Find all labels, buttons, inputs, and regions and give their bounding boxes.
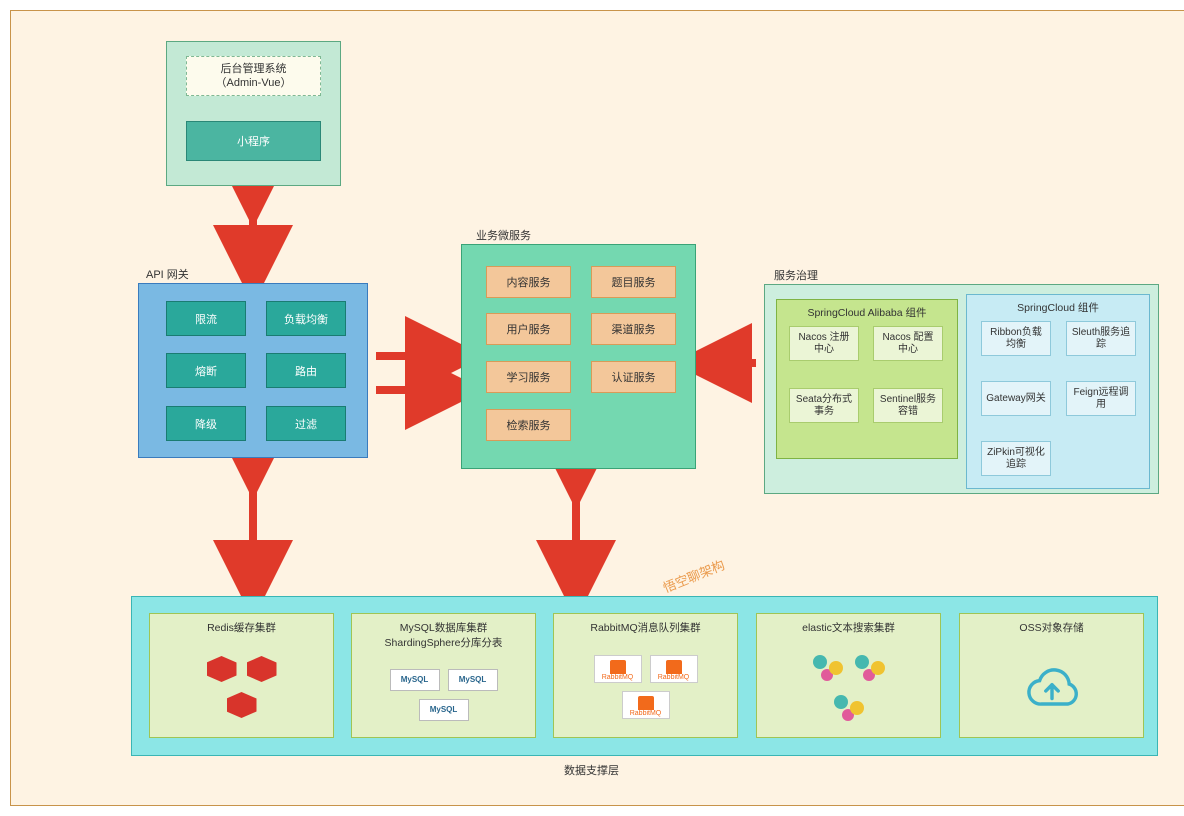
data-oss-label: OSS对象存储 [1019,620,1083,635]
alibaba-nacos-config: Nacos 配置中心 [873,326,943,361]
data-mysql-label: MySQL数据库集群 ShardingSphere分库分表 [385,620,503,650]
api-cell-filter: 过滤 [266,406,346,441]
mysql-icon: MySQLMySQLMySQL [379,669,509,721]
miniprogram-box: 小程序 [186,121,321,161]
data-rabbitmq: RabbitMQ消息队列集群 RabbitMQRabbitMQRabbitMQ [553,613,738,738]
ms-user: 用户服务 [486,313,571,345]
redis-icon [192,656,292,718]
microservices-label: 业务微服务 [476,227,531,243]
spring-feign: Feign远程调用 [1066,381,1136,416]
ms-study: 学习服务 [486,361,571,393]
ms-topic: 题目服务 [591,266,676,298]
data-redis-label: Redis缓存集群 [207,620,276,635]
data-rabbitmq-label: RabbitMQ消息队列集群 [590,620,700,635]
ms-auth: 认证服务 [591,361,676,393]
watermark-text: 悟空聊架构 [660,555,727,597]
spring-gateway: Gateway网关 [981,381,1051,416]
architecture-diagram: 后台管理系统 （Admin-Vue） 小程序 API 网关 限流 负载均衡 熔断… [10,10,1184,806]
ms-content: 内容服务 [486,266,571,298]
alibaba-seata: Seata分布式事务 [789,388,859,423]
api-cell-circuitbreak: 熔断 [166,353,246,388]
data-layer-label: 数据支撑层 [564,762,619,778]
api-cell-loadbalance: 负载均衡 [266,301,346,336]
alibaba-sentinel: Sentinel服务容错 [873,388,943,423]
cloud-upload-icon [964,641,1139,733]
api-cell-degrade: 降级 [166,406,246,441]
ms-channel: 渠道服务 [591,313,676,345]
api-gateway-label: API 网关 [146,266,189,282]
data-mysql: MySQL数据库集群 ShardingSphere分库分表 MySQLMySQL… [351,613,536,738]
ms-search: 检索服务 [486,409,571,441]
governance-label: 服务治理 [774,267,818,283]
elastic-icon [794,653,904,721]
data-elastic: elastic文本搜索集群 [756,613,941,738]
spring-sleuth: Sleuth服务追踪 [1066,321,1136,356]
data-elastic-label: elastic文本搜索集群 [802,620,895,635]
data-oss: OSS对象存储 [959,613,1144,738]
admin-vue-box: 后台管理系统 （Admin-Vue） [186,56,321,96]
alibaba-group: SpringCloud Alibaba 组件 [776,299,958,459]
api-cell-ratelimit: 限流 [166,301,246,336]
spring-ribbon: Ribbon负载均衡 [981,321,1051,356]
rabbitmq-icon: RabbitMQRabbitMQRabbitMQ [586,655,706,719]
spring-zipkin: ZiPkin可视化追踪 [981,441,1051,476]
api-cell-routing: 路由 [266,353,346,388]
data-redis: Redis缓存集群 [149,613,334,738]
alibaba-nacos-registry: Nacos 注册中心 [789,326,859,361]
